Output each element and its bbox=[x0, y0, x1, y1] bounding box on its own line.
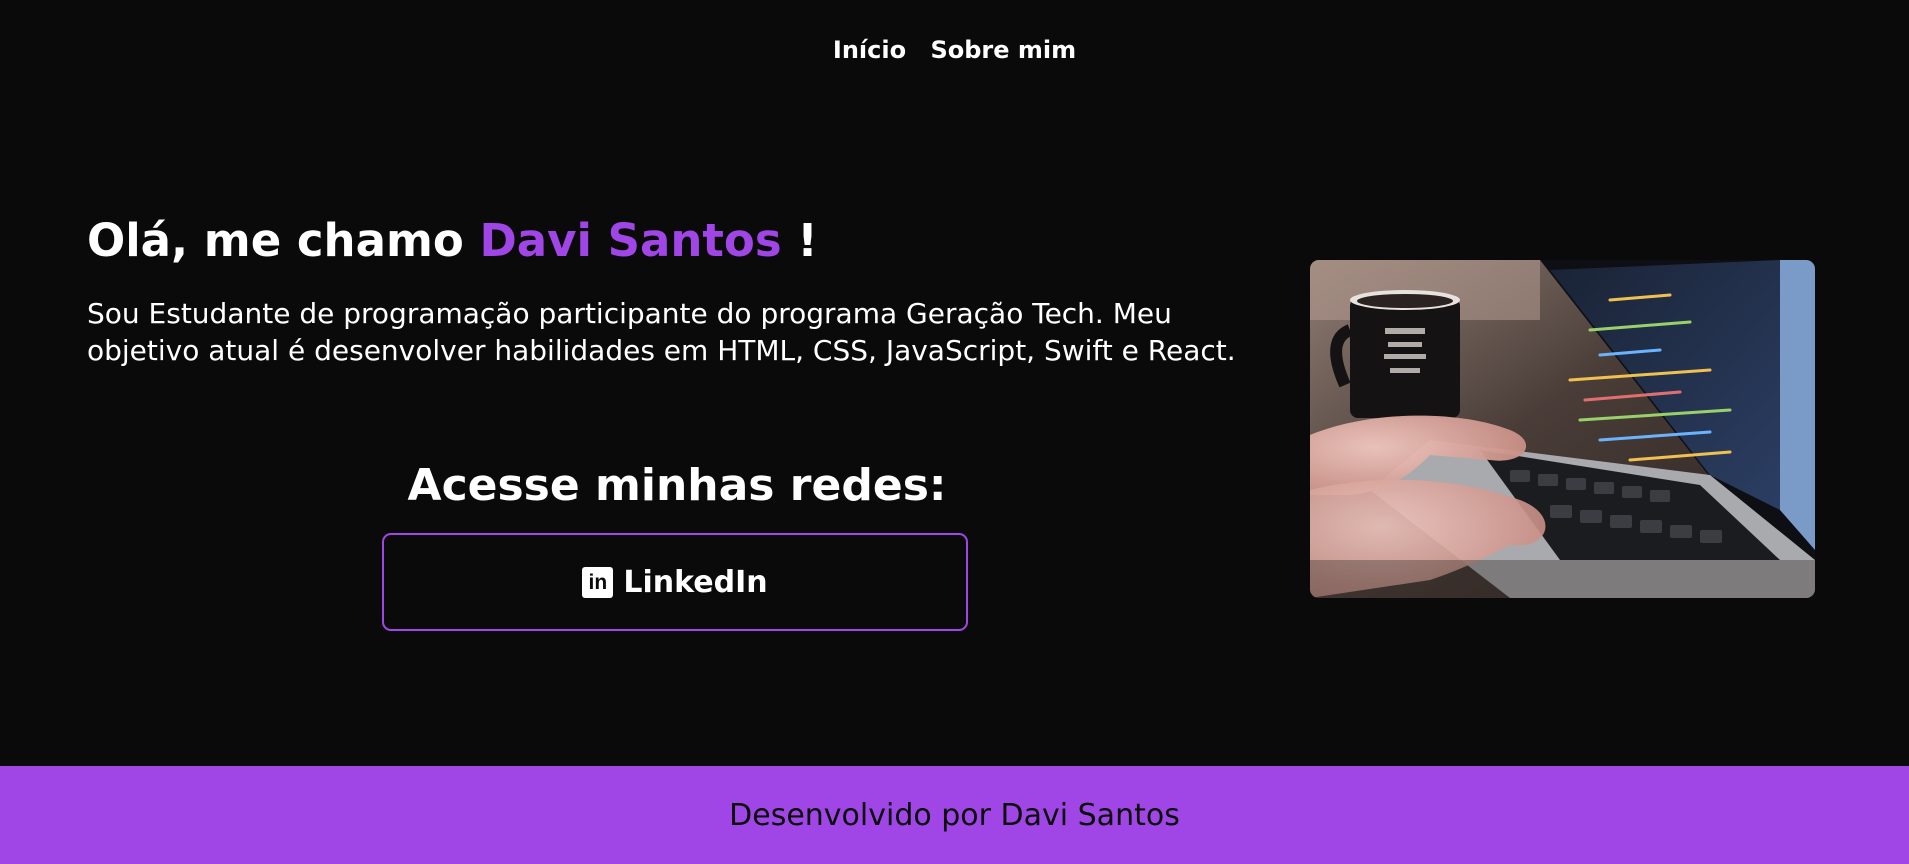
hero-name: Davi Santos bbox=[479, 214, 782, 267]
nav-link-sobre-mim[interactable]: Sobre mim bbox=[930, 36, 1076, 64]
footer-text: Desenvolvido por Davi Santos bbox=[729, 797, 1180, 833]
networks-title: Acesse minhas redes: bbox=[407, 460, 947, 511]
nav-link-inicio[interactable]: Início bbox=[833, 36, 906, 64]
hero-photo bbox=[1310, 260, 1815, 598]
hero-title: Olá, me chamo Davi Santos ! bbox=[87, 213, 818, 269]
top-nav: Início Sobre mim bbox=[0, 36, 1909, 64]
bio-text: Sou Estudante de programação participant… bbox=[87, 297, 1236, 367]
footer: Desenvolvido por Davi Santos bbox=[0, 766, 1909, 864]
hero-greeting: Olá, me chamo bbox=[87, 214, 464, 267]
linkedin-button[interactable]: in LinkedIn bbox=[382, 533, 968, 631]
hero-exclamation: ! bbox=[797, 214, 818, 267]
linkedin-label: LinkedIn bbox=[623, 564, 768, 600]
linkedin-icon: in bbox=[582, 566, 614, 598]
